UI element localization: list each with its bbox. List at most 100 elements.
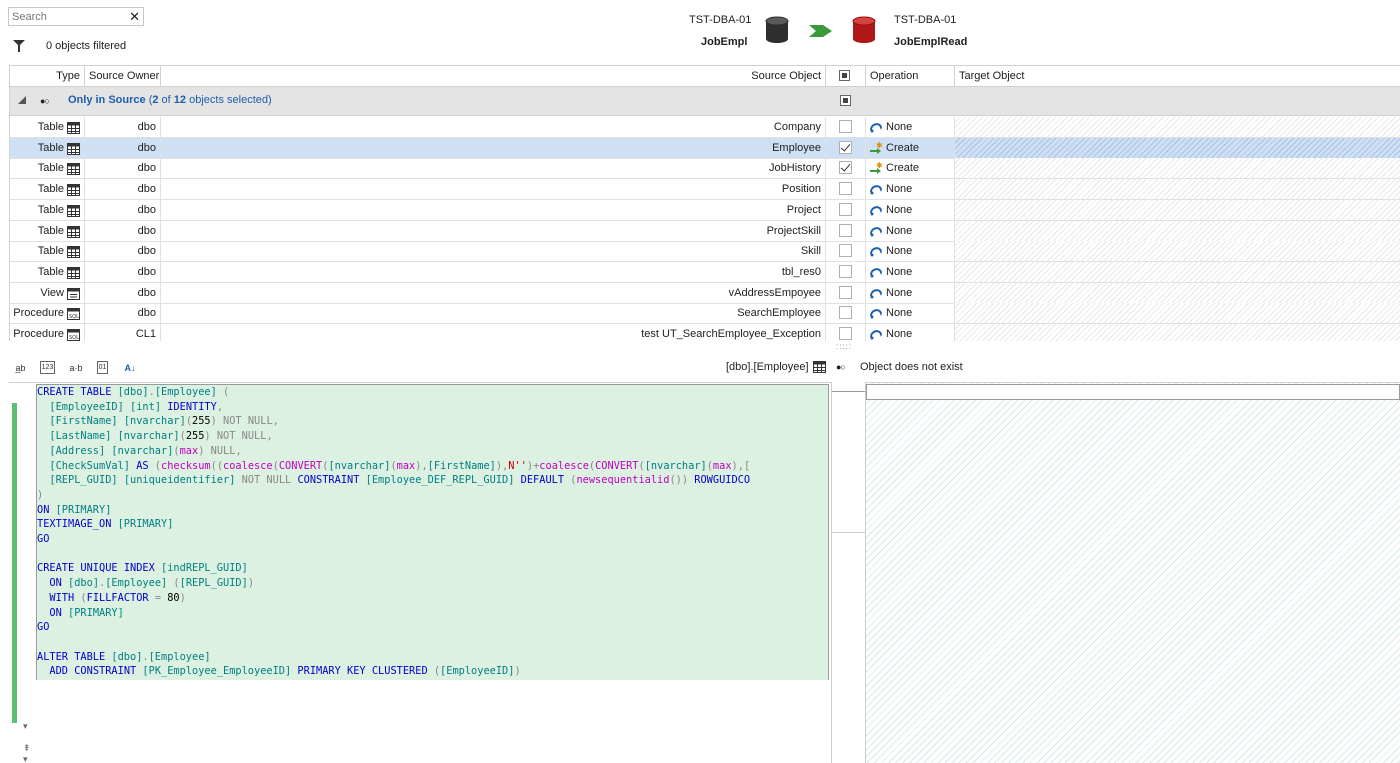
select-all-checkbox[interactable] [839,70,850,81]
grid-header: Type Source Owner Source Object Operatio… [10,66,1400,87]
row-target-object [955,220,1400,241]
row-operation-label: None [886,203,913,216]
row-type-label: Table [37,245,64,258]
svg-text:SQL: SQL [69,314,79,320]
row-source-owner: dbo [85,303,161,324]
row-checkbox[interactable] [839,244,852,258]
ab-icon[interactable]: a̲b [13,361,28,374]
row-type: View [10,282,85,303]
row-target-object [955,137,1400,158]
row-type: Table [10,117,85,137]
row-select-cell [826,324,866,341]
detail-object-name: [dbo].[Employee] [726,361,809,373]
row-operation[interactable]: None [866,179,955,200]
sort-az-icon[interactable]: A↓ [122,361,138,374]
clear-search-icon[interactable]: ✕ [129,9,140,24]
table-row[interactable]: Table dbo ProjectSkill None [10,220,1400,242]
column-target-object[interactable]: Target Object [955,66,1400,87]
table-row[interactable]: View dbo vAddressEmpoyee None [10,282,1400,304]
row-type: Table [10,241,85,262]
column-type[interactable]: Type [10,66,85,87]
row-target-object [955,261,1400,282]
row-operation[interactable]: None [866,324,955,341]
splitter-handle[interactable]: ::::: [836,342,852,351]
row-operation[interactable]: ✱ Create [866,137,955,158]
row-checkbox[interactable] [839,140,852,154]
table-row[interactable]: Table dbo Employee ✱ Create [10,137,1400,159]
row-checkbox[interactable] [839,306,852,320]
row-checkbox[interactable] [839,182,852,196]
target-server: TST-DBA-01 [894,14,957,26]
filter-icon[interactable] [13,40,25,52]
group-only-in-source[interactable]: ●○ Only in Source (2 of 12 objects selec… [10,87,1400,116]
scroll-arrows-icon[interactable]: ▾ ⇞ ▾ [23,721,35,763]
row-operation[interactable]: None [866,261,955,282]
table-row[interactable]: Procedure SQL dbo SearchEmployee None [10,303,1400,325]
row-select-cell [826,179,866,200]
group-select-checkbox[interactable] [840,95,851,106]
row-target-object [955,158,1400,179]
source-script-code[interactable]: CREATE TABLE [dbo].[Employee] ( [Employe… [36,384,829,680]
table-row[interactable]: Table dbo JobHistory ✱ Create [10,158,1400,180]
row-type-label: Table [37,121,64,133]
table-row[interactable]: Table dbo Skill None [10,241,1400,263]
a-b-icon[interactable]: a·b [67,361,85,374]
target-script-empty-line [866,384,1400,400]
row-type-label: Table [37,265,64,278]
row-operation-label: None [886,328,913,340]
row-checkbox[interactable] [839,264,852,278]
svg-text:✱: ✱ [876,141,883,150]
row-source-object: SearchEmployee [161,303,826,324]
row-operation[interactable]: None [866,282,955,303]
row-operation-label: None [886,121,913,133]
column-select-all[interactable] [826,66,866,87]
search-input[interactable] [9,8,119,25]
object-status-icon: ●○ [836,362,846,372]
row-type-label: Procedure [13,307,64,320]
row-checkbox[interactable] [839,202,852,216]
row-operation[interactable]: None [866,199,955,220]
row-operation[interactable]: None [866,241,955,262]
row-operation-label: None [886,224,913,237]
row-target-object [955,199,1400,220]
table-row[interactable]: Table dbo Project None [10,199,1400,221]
row-operation[interactable]: None [866,117,955,137]
row-checkbox[interactable] [839,120,852,133]
row-type: Table [10,199,85,220]
row-type: Procedure SQL [10,303,85,324]
table-icon [67,183,80,197]
row-select-cell [826,303,866,324]
row-type-label: Table [37,224,64,237]
table-row[interactable]: Table dbo Company None [10,117,1400,138]
row-operation-label: Create [886,162,920,175]
column-operation[interactable]: Operation [866,66,955,87]
row-source-object: JobHistory [161,158,826,179]
row-source-object: Company [161,117,826,137]
row-checkbox[interactable] [839,327,852,340]
source-script-pane[interactable]: ▾ ⇞ ▾ CREATE TABLE [dbo].[Employee] ( [Emp… [9,382,831,763]
target-script-pane[interactable] [866,382,1400,763]
table-icon [67,266,80,279]
123-icon[interactable]: 123 [40,361,55,374]
column-source-owner[interactable]: Source Owner [85,66,161,87]
01-icon[interactable]: 01 [97,361,108,374]
comparison-grid: Type Source Owner Source Object Operatio… [9,65,1400,341]
column-source-object[interactable]: Source Object [161,66,826,87]
row-operation-label: None [886,286,913,299]
search-box[interactable]: ✕ [8,7,144,26]
row-type: Table [10,137,85,158]
row-checkbox[interactable] [839,223,852,237]
collapse-group-icon[interactable] [18,96,26,104]
row-operation[interactable]: None [866,303,955,324]
table-row[interactable]: Table dbo tbl_res0 None [10,261,1400,283]
row-operation[interactable]: ✱ Create [866,158,955,179]
row-checkbox[interactable] [839,161,852,175]
table-row[interactable]: Procedure SQL CL1 test UT_SearchEmployee_Ex… [10,324,1400,341]
row-operation[interactable]: None [866,220,955,241]
view-icon [67,287,80,300]
row-source-object: test UT_SearchEmployee_Exception [161,324,826,341]
table-row[interactable]: Table dbo Position None [10,179,1400,201]
row-checkbox[interactable] [839,285,852,299]
procedure-icon: SQL [67,328,80,341]
row-source-object: Project [161,199,826,220]
